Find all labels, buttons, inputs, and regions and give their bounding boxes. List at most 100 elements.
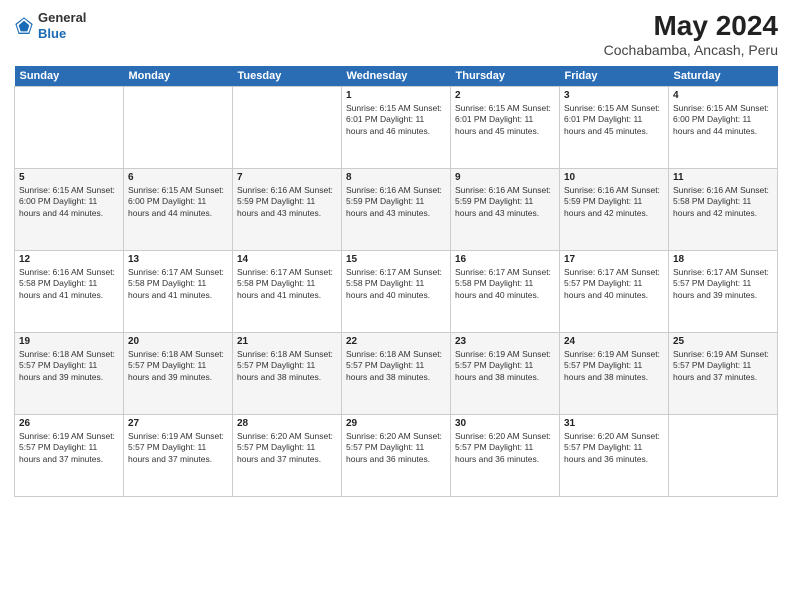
header-row: Sunday Monday Tuesday Wednesday Thursday… [15,66,778,87]
day-info: Sunrise: 6:17 AM Sunset: 5:58 PM Dayligh… [346,267,446,301]
day-info: Sunrise: 6:16 AM Sunset: 5:58 PM Dayligh… [673,185,773,219]
day-info: Sunrise: 6:15 AM Sunset: 6:00 PM Dayligh… [128,185,228,219]
calendar-cell: 14 Sunrise: 6:17 AM Sunset: 5:58 PM Dayli… [233,251,342,333]
day-info: Sunrise: 6:15 AM Sunset: 6:01 PM Dayligh… [564,103,664,137]
calendar-cell: 17 Sunrise: 6:17 AM Sunset: 5:57 PM Dayli… [560,251,669,333]
calendar-cell [233,87,342,169]
day-number: 31 [564,418,664,429]
day-number: 5 [19,172,119,183]
day-number: 8 [346,172,446,183]
day-number: 22 [346,336,446,347]
day-info: Sunrise: 6:15 AM Sunset: 6:01 PM Dayligh… [455,103,555,137]
day-info: Sunrise: 6:19 AM Sunset: 5:57 PM Dayligh… [564,349,664,383]
day-number: 14 [237,254,337,265]
calendar-cell: 12 Sunrise: 6:16 AM Sunset: 5:58 PM Dayli… [15,251,124,333]
calendar-cell: 18 Sunrise: 6:17 AM Sunset: 5:57 PM Dayli… [669,251,778,333]
day-info: Sunrise: 6:17 AM Sunset: 5:58 PM Dayligh… [237,267,337,301]
day-number: 12 [19,254,119,265]
calendar-cell: 8 Sunrise: 6:16 AM Sunset: 5:59 PM Daylig… [342,169,451,251]
calendar-cell: 16Sunrise: 6:17 AM Sunset: 5:58 PM Dayli… [451,251,560,333]
day-info: Sunrise: 6:17 AM Sunset: 5:58 PM Dayligh… [128,267,228,301]
day-number: 27 [128,418,228,429]
calendar-cell: 7Sunrise: 6:16 AM Sunset: 5:59 PM Daylig… [233,169,342,251]
col-wednesday: Wednesday [342,66,451,87]
calendar-week-5: 26Sunrise: 6:19 AM Sunset: 5:57 PM Dayli… [15,415,778,497]
day-info: Sunrise: 6:17 AM Sunset: 5:57 PM Dayligh… [564,267,664,301]
day-info: Sunrise: 6:19 AM Sunset: 5:57 PM Dayligh… [673,349,773,383]
calendar-cell: 11Sunrise: 6:16 AM Sunset: 5:58 PM Dayli… [669,169,778,251]
calendar-subtitle: Cochabamba, Ancash, Peru [604,42,778,58]
calendar-cell: 15 Sunrise: 6:17 AM Sunset: 5:58 PM Dayli… [342,251,451,333]
day-info: Sunrise: 6:20 AM Sunset: 5:57 PM Dayligh… [564,431,664,465]
calendar-cell: 3 Sunrise: 6:15 AM Sunset: 6:01 PM Daylig… [560,87,669,169]
day-number: 10 [564,172,664,183]
calendar-cell: 2 Sunrise: 6:15 AM Sunset: 6:01 PM Daylig… [451,87,560,169]
day-info: Sunrise: 6:17 AM Sunset: 5:57 PM Dayligh… [673,267,773,301]
day-number: 17 [564,254,664,265]
day-number: 24 [564,336,664,347]
col-saturday: Saturday [669,66,778,87]
day-info: Sunrise: 6:20 AM Sunset: 5:57 PM Dayligh… [346,431,446,465]
calendar-cell: 13 Sunrise: 6:17 AM Sunset: 5:58 PM Dayli… [124,251,233,333]
calendar-week-2: 5 Sunrise: 6:15 AM Sunset: 6:00 PM Daylig… [15,169,778,251]
calendar-cell: 31 Sunrise: 6:20 AM Sunset: 5:57 PM Dayli… [560,415,669,497]
calendar-cell: 10Sunrise: 6:16 AM Sunset: 5:59 PM Dayli… [560,169,669,251]
day-number: 7 [237,172,337,183]
calendar-table: Sunday Monday Tuesday Wednesday Thursday… [14,66,778,497]
day-info: Sunrise: 6:18 AM Sunset: 5:57 PM Dayligh… [128,349,228,383]
calendar-title: May 2024 [604,10,778,42]
calendar-cell: 1Sunrise: 6:15 AM Sunset: 6:01 PM Daylig… [342,87,451,169]
day-number: 3 [564,90,664,101]
calendar-cell: 21Sunrise: 6:18 AM Sunset: 5:57 PM Dayli… [233,333,342,415]
title-block: May 2024 Cochabamba, Ancash, Peru [604,10,778,58]
logo: General Blue [14,10,86,41]
calendar-cell: 4 Sunrise: 6:15 AM Sunset: 6:00 PM Daylig… [669,87,778,169]
day-info: Sunrise: 6:20 AM Sunset: 5:57 PM Dayligh… [455,431,555,465]
logo-text: General Blue [38,10,86,41]
calendar-cell: 6 Sunrise: 6:15 AM Sunset: 6:00 PM Daylig… [124,169,233,251]
day-info: Sunrise: 6:18 AM Sunset: 5:57 PM Dayligh… [19,349,119,383]
logo-icon [14,16,34,36]
day-number: 30 [455,418,555,429]
day-number: 29 [346,418,446,429]
calendar-cell: 20Sunrise: 6:18 AM Sunset: 5:57 PM Dayli… [124,333,233,415]
calendar-cell: 27 Sunrise: 6:19 AM Sunset: 5:57 PM Dayli… [124,415,233,497]
day-number: 18 [673,254,773,265]
day-info: Sunrise: 6:19 AM Sunset: 5:57 PM Dayligh… [128,431,228,465]
calendar-cell [124,87,233,169]
calendar-week-1: 1 Sunrise: 6:15 AM Sunset: 6:01 PM Daylig… [15,87,778,169]
calendar-cell: 29 Sunrise: 6:20 AM Sunset: 5:57 PM Dayli… [342,415,451,497]
day-number: 15 [346,254,446,265]
day-number: 1 [346,90,446,101]
logo-general: General [38,10,86,25]
day-number: 19 [19,336,119,347]
day-info: Sunrise: 6:20 AM Sunset: 5:57 PM Dayligh… [237,431,337,465]
day-number: 2 [455,90,555,101]
calendar-cell: 26Sunrise: 6:19 AM Sunset: 5:57 PM Dayli… [15,415,124,497]
calendar-cell: 23Sunrise: 6:19 AM Sunset: 5:57 PM Dayli… [451,333,560,415]
logo-blue: Blue [38,26,66,41]
calendar-week-3: 12 Sunrise: 6:16 AM Sunset: 5:58 PM Dayli… [15,251,778,333]
calendar-cell: 22 Sunrise: 6:18 AM Sunset: 5:57 PM Dayli… [342,333,451,415]
day-info: Sunrise: 6:19 AM Sunset: 5:57 PM Dayligh… [19,431,119,465]
day-number: 13 [128,254,228,265]
day-number: 25 [673,336,773,347]
col-tuesday: Tuesday [233,66,342,87]
col-sunday: Sunday [15,66,124,87]
day-info: Sunrise: 6:15 AM Sunset: 6:00 PM Dayligh… [673,103,773,137]
day-info: Sunrise: 6:16 AM Sunset: 5:58 PM Dayligh… [19,267,119,301]
day-number: 6 [128,172,228,183]
col-friday: Friday [560,66,669,87]
day-info: Sunrise: 6:18 AM Sunset: 5:57 PM Dayligh… [346,349,446,383]
calendar-cell [669,415,778,497]
day-number: 4 [673,90,773,101]
calendar-cell: 25 Sunrise: 6:19 AM Sunset: 5:57 PM Dayli… [669,333,778,415]
day-number: 9 [455,172,555,183]
calendar-week-4: 19 Sunrise: 6:18 AM Sunset: 5:57 PM Dayli… [15,333,778,415]
day-info: Sunrise: 6:16 AM Sunset: 5:59 PM Dayligh… [346,185,446,219]
calendar-cell: 30 Sunrise: 6:20 AM Sunset: 5:57 PM Dayli… [451,415,560,497]
day-info: Sunrise: 6:16 AM Sunset: 5:59 PM Dayligh… [455,185,555,219]
day-info: Sunrise: 6:18 AM Sunset: 5:57 PM Dayligh… [237,349,337,383]
day-info: Sunrise: 6:19 AM Sunset: 5:57 PM Dayligh… [455,349,555,383]
col-thursday: Thursday [451,66,560,87]
